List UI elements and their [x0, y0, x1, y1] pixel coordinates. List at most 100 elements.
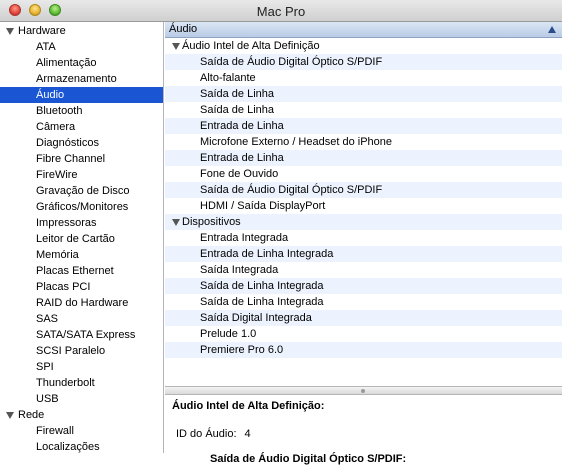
sidebar-item-sata-sata-express[interactable]: SATA/SATA Express: [0, 327, 163, 343]
sidebar-item-sas[interactable]: SAS: [0, 311, 163, 327]
list-item[interactable]: Saída de Linha: [165, 86, 562, 102]
sidebar-item-firewall[interactable]: Firewall: [0, 423, 163, 439]
list-item[interactable]: Saída Digital Integrada: [165, 310, 562, 326]
list-item[interactable]: Microfone Externo / Headset do iPhone: [165, 134, 562, 150]
sidebar-item-placas-pci[interactable]: Placas PCI: [0, 279, 163, 295]
list-item[interactable]: Saída de Áudio Digital Óptico S/PDIF: [165, 182, 562, 198]
sidebar-item-label: Thunderbolt: [36, 377, 95, 389]
sidebar-item-label: Rede: [18, 409, 45, 421]
list-item-label: Saída de Linha Integrada: [200, 296, 324, 308]
list-item-label: Áudio Intel de Alta Definição: [182, 40, 320, 52]
list-item[interactable]: Fone de Ouvido: [165, 166, 562, 182]
sidebar-item-label: Localizações: [36, 441, 100, 453]
list-item[interactable]: Entrada de Linha: [165, 118, 562, 134]
list-item-label: HDMI / Saída DisplayPort: [200, 200, 326, 212]
audio-id-row: ID do Áudio: 4: [176, 428, 251, 440]
sidebar-item-thunderbolt[interactable]: Thunderbolt: [0, 375, 163, 391]
list-item-label: Saída de Áudio Digital Óptico S/PDIF: [200, 184, 383, 196]
sidebar-item-label: Impressoras: [36, 217, 97, 229]
sidebar-item-label: RAID do Hardware: [36, 297, 129, 309]
list-item-label: Dispositivos: [182, 216, 241, 228]
sidebar-item-label: Memória: [36, 249, 79, 261]
list-item-label: Microfone Externo / Headset do iPhone: [200, 136, 393, 148]
sidebar-item-label: SCSI Paralelo: [36, 345, 106, 357]
sidebar-item-armazenamento[interactable]: Armazenamento: [0, 71, 163, 87]
sidebar-item-audio[interactable]: Áudio: [0, 87, 163, 103]
disclosure-triangle-icon[interactable]: [6, 28, 14, 35]
list-item-label: Entrada de Linha: [200, 120, 284, 132]
list-item[interactable]: Saída de Linha Integrada: [165, 278, 562, 294]
list-item-label: Saída de Linha: [200, 88, 275, 100]
sidebar-item-raid-do-hardware[interactable]: RAID do Hardware: [0, 295, 163, 311]
sidebar-item-label: Leitor de Cartão: [36, 233, 115, 245]
pane-splitter[interactable]: [165, 386, 562, 395]
sort-ascending-icon[interactable]: [548, 26, 556, 33]
sidebar-item-label: Armazenamento: [36, 73, 117, 85]
list-item[interactable]: HDMI / Saída DisplayPort: [165, 198, 562, 214]
column-header-label: Áudio: [169, 23, 198, 35]
sidebar-item-label: FireWire: [36, 169, 78, 181]
sidebar-item-firewire[interactable]: FireWire: [0, 167, 163, 183]
sidebar-item-graficos-monitores[interactable]: Gráficos/Monitores: [0, 199, 163, 215]
list-item-label: Saída de Áudio Digital Óptico S/PDIF: [200, 56, 383, 68]
list-item-label: Saída de Linha Integrada: [200, 280, 324, 292]
sidebar-item-localizacoes[interactable]: Localizações: [0, 439, 163, 453]
sidebar-item-usb[interactable]: USB: [0, 391, 163, 407]
disclosure-triangle-icon[interactable]: [172, 219, 180, 226]
list-item[interactable]: Entrada Integrada: [165, 230, 562, 246]
list-item-label: Alto-falante: [200, 72, 256, 84]
sidebar-item-scsi-paralelo[interactable]: SCSI Paralelo: [0, 343, 163, 359]
sidebar-item-placas-ethernet[interactable]: Placas Ethernet: [0, 263, 163, 279]
splitter-handle-icon[interactable]: [361, 389, 365, 393]
sidebar-item-impressoras[interactable]: Impressoras: [0, 215, 163, 231]
device-list[interactable]: Áudio Intel de Alta Definição Saída de Áu…: [165, 38, 562, 386]
list-item[interactable]: Saída de Linha Integrada: [165, 294, 562, 310]
sidebar-item-label: Diagnósticos: [36, 137, 99, 149]
title-bar: Mac Pro: [0, 0, 562, 22]
sidebar-item-leitor-de-cartao[interactable]: Leitor de Cartão: [0, 231, 163, 247]
window-title: Mac Pro: [256, 4, 306, 19]
list-item-label: Entrada de Linha Integrada: [200, 248, 334, 260]
main-pane: Áudio Áudio Intel de Alta Definição Saída…: [165, 22, 562, 465]
list-item[interactable]: Entrada de Linha: [165, 150, 562, 166]
sidebar-group-hardware[interactable]: Hardware: [0, 23, 163, 39]
sidebar-item-gravacao-de-disco[interactable]: Gravação de Disco: [0, 183, 163, 199]
sidebar-item-label: Firewall: [36, 425, 74, 437]
list-item[interactable]: Saída de Linha: [165, 102, 562, 118]
list-item[interactable]: Entrada de Linha Integrada: [165, 246, 562, 262]
sidebar-item-memoria[interactable]: Memória: [0, 247, 163, 263]
sidebar-item-fibre-channel[interactable]: Fibre Channel: [0, 151, 163, 167]
sidebar-item-label: Câmera: [36, 121, 76, 133]
column-header[interactable]: Áudio: [165, 22, 562, 38]
disclosure-triangle-icon[interactable]: [172, 43, 180, 50]
list-item[interactable]: Saída de Áudio Digital Óptico S/PDIF: [165, 54, 562, 70]
sidebar-item-camera[interactable]: Câmera: [0, 119, 163, 135]
sidebar-item-ata[interactable]: ATA: [0, 39, 163, 55]
list-group[interactable]: Áudio Intel de Alta Definição: [165, 38, 562, 54]
list-item[interactable]: Premiere Pro 6.0: [165, 342, 562, 358]
sidebar-item-label: USB: [36, 393, 59, 405]
sidebar-item-spi[interactable]: SPI: [0, 359, 163, 375]
list-group[interactable]: Dispositivos: [165, 214, 562, 230]
sidebar-item-label: ATA: [36, 41, 56, 53]
sidebar-item-label: Gravação de Disco: [36, 185, 130, 197]
sidebar-item-label: Gráficos/Monitores: [36, 201, 129, 213]
detail-heading: Áudio Intel de Alta Definição:: [172, 400, 325, 412]
list-item-label: Fone de Ouvido: [200, 168, 279, 180]
list-item-label: Saída Integrada: [200, 264, 279, 276]
sidebar-item-label: Placas PCI: [36, 281, 91, 293]
sidebar-item-diagnosticos[interactable]: Diagnósticos: [0, 135, 163, 151]
disclosure-triangle-icon[interactable]: [6, 412, 14, 419]
detail-subheading: Saída de Áudio Digital Óptico S/PDIF:: [210, 453, 407, 465]
list-item[interactable]: Alto-falante: [165, 70, 562, 86]
sidebar-group-rede[interactable]: Rede: [0, 407, 163, 423]
audio-id-value: 4: [244, 428, 251, 440]
list-item[interactable]: Saída Integrada: [165, 262, 562, 278]
list-item-label: Entrada Integrada: [200, 232, 289, 244]
sidebar[interactable]: Hardware ATA Alimentação Armazenamento Áudio…: [0, 22, 164, 453]
sidebar-item-label: Hardware: [18, 25, 66, 37]
list-item[interactable]: Prelude 1.0: [165, 326, 562, 342]
sidebar-item-bluetooth[interactable]: Bluetooth: [0, 103, 163, 119]
sidebar-item-alimentacao[interactable]: Alimentação: [0, 55, 163, 71]
sidebar-item-label: Bluetooth: [36, 105, 83, 117]
